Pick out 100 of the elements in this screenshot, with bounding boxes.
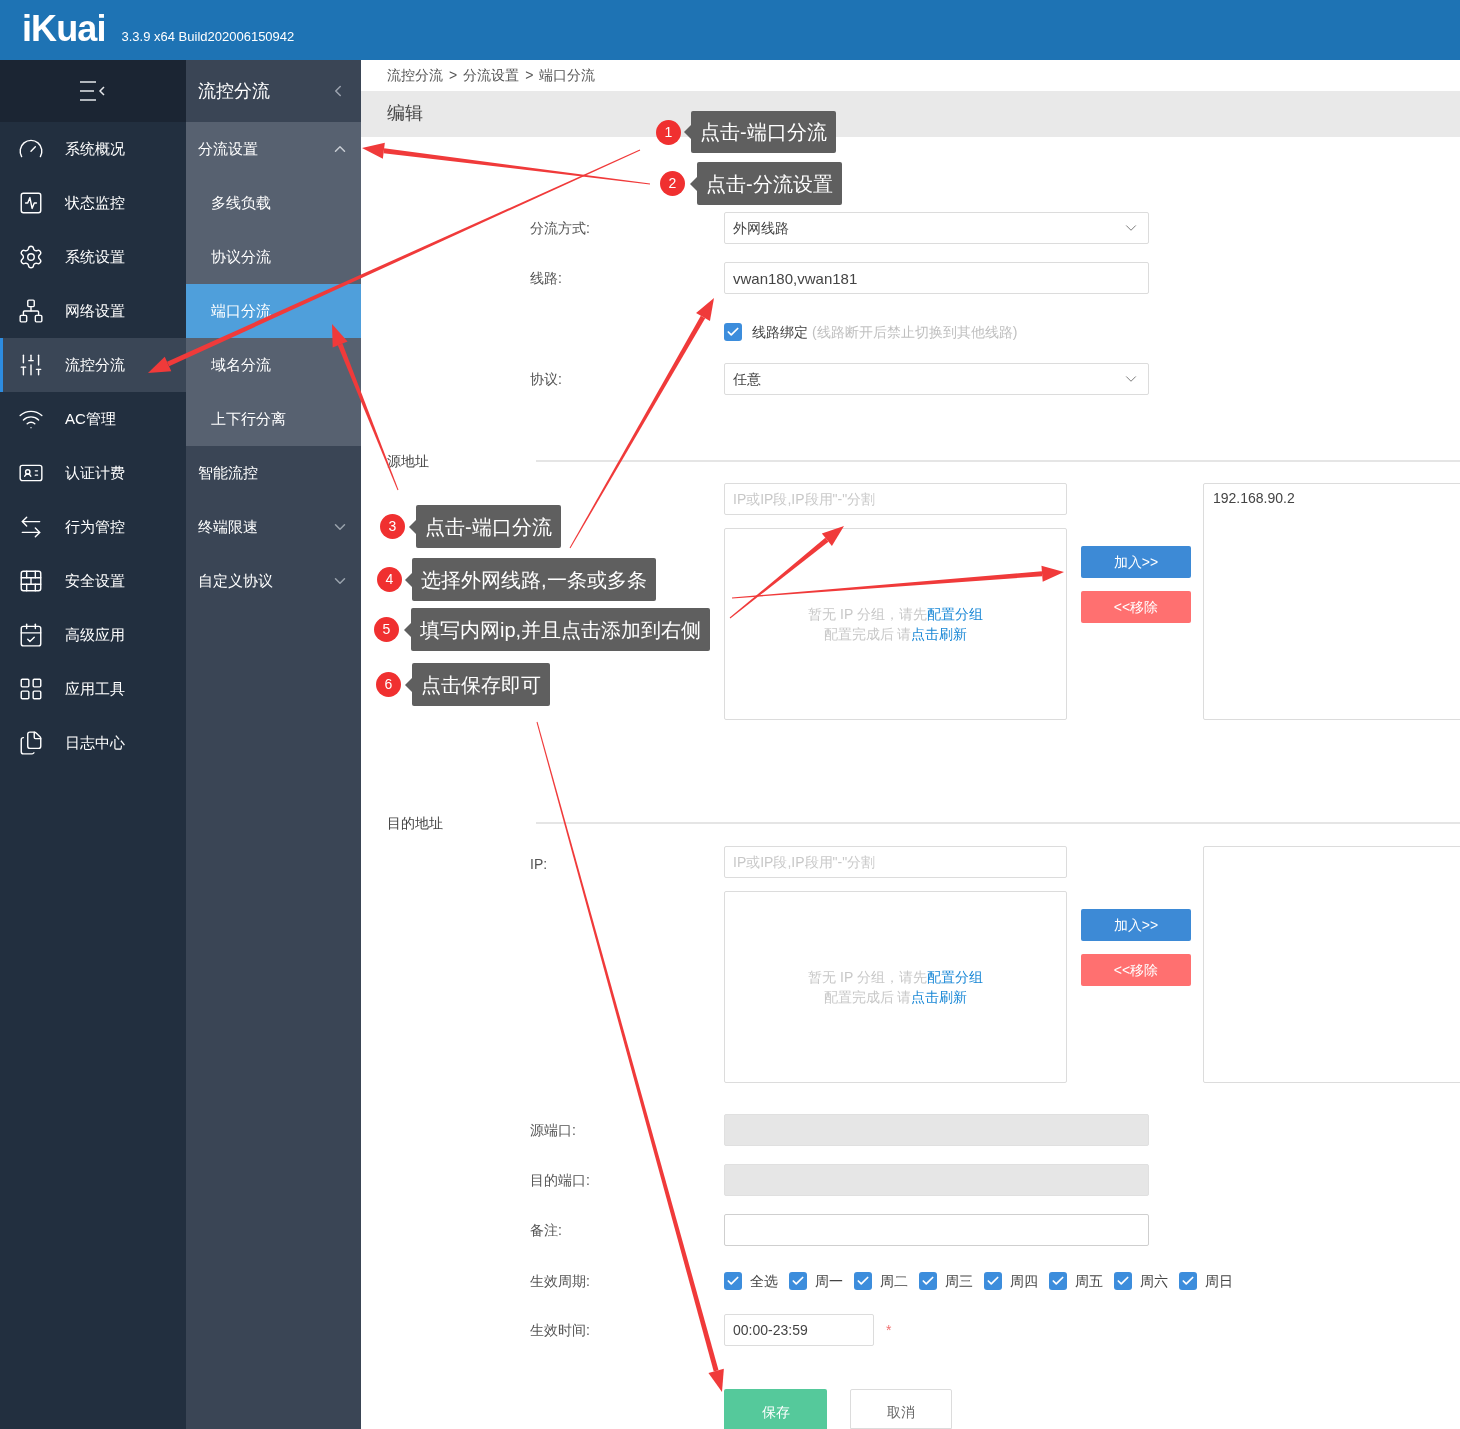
field-label: 目的端口:: [530, 1170, 590, 1190]
breadcrumb-link[interactable]: 流控分流: [387, 65, 443, 86]
refresh-link[interactable]: 点击刷新: [911, 989, 968, 1005]
field-label: 线路:: [530, 268, 562, 288]
checkbox[interactable]: [919, 1272, 937, 1290]
day-label: 周四: [1010, 1271, 1038, 1291]
day-label: 周日: [1205, 1271, 1233, 1291]
checkbox[interactable]: [724, 323, 742, 341]
ip-entry[interactable]: 192.168.90.2: [1213, 487, 1460, 509]
day-label: 周五: [1075, 1271, 1103, 1291]
add-button[interactable]: 加入>>: [1081, 546, 1191, 578]
section-heading: 源地址: [386, 451, 430, 471]
checkbox[interactable]: [984, 1272, 1002, 1290]
field-label: 分流方式:: [530, 218, 590, 238]
callout: 点击-分流设置: [690, 162, 842, 205]
submenu-item[interactable]: 协议分流: [186, 230, 361, 284]
sidebar-item[interactable]: 流控分流: [0, 338, 186, 392]
submenu-group[interactable]: 自定义协议: [186, 554, 361, 608]
breadcrumb-separator: >: [449, 66, 458, 85]
checkbox[interactable]: [854, 1272, 872, 1290]
pulse-icon: [18, 190, 44, 216]
checkbox[interactable]: [1179, 1272, 1197, 1290]
network-icon: [18, 298, 44, 324]
checkbox[interactable]: [1114, 1272, 1132, 1290]
hint-text: (线路断开后禁止切换到其他线路): [812, 322, 1018, 342]
day-label: 周六: [1140, 1271, 1168, 1291]
sidebar-item[interactable]: 行为管控: [0, 500, 186, 554]
submenu-group[interactable]: 分流设置: [186, 122, 361, 176]
callout: 点击保存即可: [405, 663, 550, 706]
menu-collapse-icon[interactable]: [79, 80, 107, 102]
callout: 点击-端口分流: [684, 111, 836, 153]
field-label: 备注:: [530, 1220, 562, 1240]
step-number: 5: [374, 617, 399, 642]
gear-icon: [18, 244, 44, 270]
check-icon: [856, 1274, 870, 1288]
field-label: 生效时间:: [530, 1320, 590, 1340]
refresh-link[interactable]: 点击刷新: [911, 626, 968, 642]
sidebar-item[interactable]: 应用工具: [0, 662, 186, 716]
grid-icon: [18, 676, 44, 702]
sidebar-item[interactable]: 系统概况: [0, 122, 186, 176]
checkbox[interactable]: [1049, 1272, 1067, 1290]
logo: iKuai: [22, 11, 106, 47]
breadcrumb-separator: >: [525, 66, 534, 85]
sidebar-item[interactable]: AC管理: [0, 392, 186, 446]
field-label: IP:: [530, 856, 548, 872]
callout: 点击-端口分流: [409, 505, 561, 548]
day-label: 全选: [750, 1271, 778, 1291]
submenu-item[interactable]: 多线负载: [186, 176, 361, 230]
submenu-item[interactable]: 域名分流: [186, 338, 361, 392]
check-icon: [986, 1274, 1000, 1288]
section-heading: 目的地址: [386, 813, 444, 833]
cancel-button[interactable]: 取消: [850, 1389, 952, 1429]
breadcrumb-link[interactable]: 分流设置: [463, 65, 520, 86]
callout: 选择外网线路,一条或多条: [405, 558, 656, 601]
check-icon: [726, 1274, 740, 1288]
check-icon: [726, 325, 740, 339]
calendar-check-icon: [18, 622, 44, 648]
files-icon: [18, 730, 44, 756]
step-number: 2: [660, 171, 685, 196]
sidebar-item[interactable]: 高级应用: [0, 608, 186, 662]
check-icon: [791, 1274, 805, 1288]
config-link[interactable]: 配置分组: [926, 969, 983, 985]
required-mark: *: [886, 1320, 892, 1340]
field-label: 源端口:: [530, 1120, 576, 1140]
step-number: 3: [380, 514, 405, 539]
field-label: 生效周期:: [530, 1271, 590, 1291]
check-icon: [1181, 1274, 1195, 1288]
sliders-icon: [18, 352, 44, 378]
check-icon: [921, 1274, 935, 1288]
sidebar-item[interactable]: 认证计费: [0, 446, 186, 500]
sidebar-item[interactable]: 系统设置: [0, 230, 186, 284]
add-button[interactable]: 加入>>: [1081, 909, 1191, 941]
day-label: 周一: [815, 1271, 843, 1291]
callout: 填写内网ip,并且点击添加到右侧: [404, 608, 711, 651]
submenu-title: 流控分流: [198, 79, 270, 103]
page-title: 编辑: [387, 102, 423, 126]
sidebar-item[interactable]: 状态监控: [0, 176, 186, 230]
submenu-group[interactable]: 终端限速: [186, 500, 361, 554]
version-text: 3.3.9 x64 Build202006150942: [121, 27, 295, 46]
sidebar-item[interactable]: 日志中心: [0, 716, 186, 770]
checkbox-label: 线路绑定: [752, 322, 808, 342]
submenu-group[interactable]: 智能流控: [186, 446, 361, 500]
field-label: 协议:: [530, 369, 562, 389]
submenu-item[interactable]: 上下行分离: [186, 392, 361, 446]
config-link[interactable]: 配置分组: [926, 606, 983, 622]
checkbox[interactable]: [724, 1272, 742, 1290]
sidebar-item[interactable]: 安全设置: [0, 554, 186, 608]
step-number: 6: [376, 672, 401, 697]
text-input-field[interactable]: [724, 1214, 1149, 1246]
line-input-field[interactable]: vwan180,vwan181: [724, 262, 1149, 294]
checkbox[interactable]: [789, 1272, 807, 1290]
breadcrumb-link[interactable]: 端口分流: [539, 65, 596, 86]
select-field[interactable]: 外网线路: [724, 212, 1149, 244]
sidebar-item[interactable]: 网络设置: [0, 284, 186, 338]
day-label: 周二: [880, 1271, 908, 1291]
select-field[interactable]: 任意: [724, 363, 1149, 395]
day-label: 周三: [945, 1271, 973, 1291]
check-icon: [1116, 1274, 1130, 1288]
time-input-field[interactable]: 00:00-23:59: [724, 1314, 874, 1346]
brick-wall-icon: [18, 568, 44, 594]
